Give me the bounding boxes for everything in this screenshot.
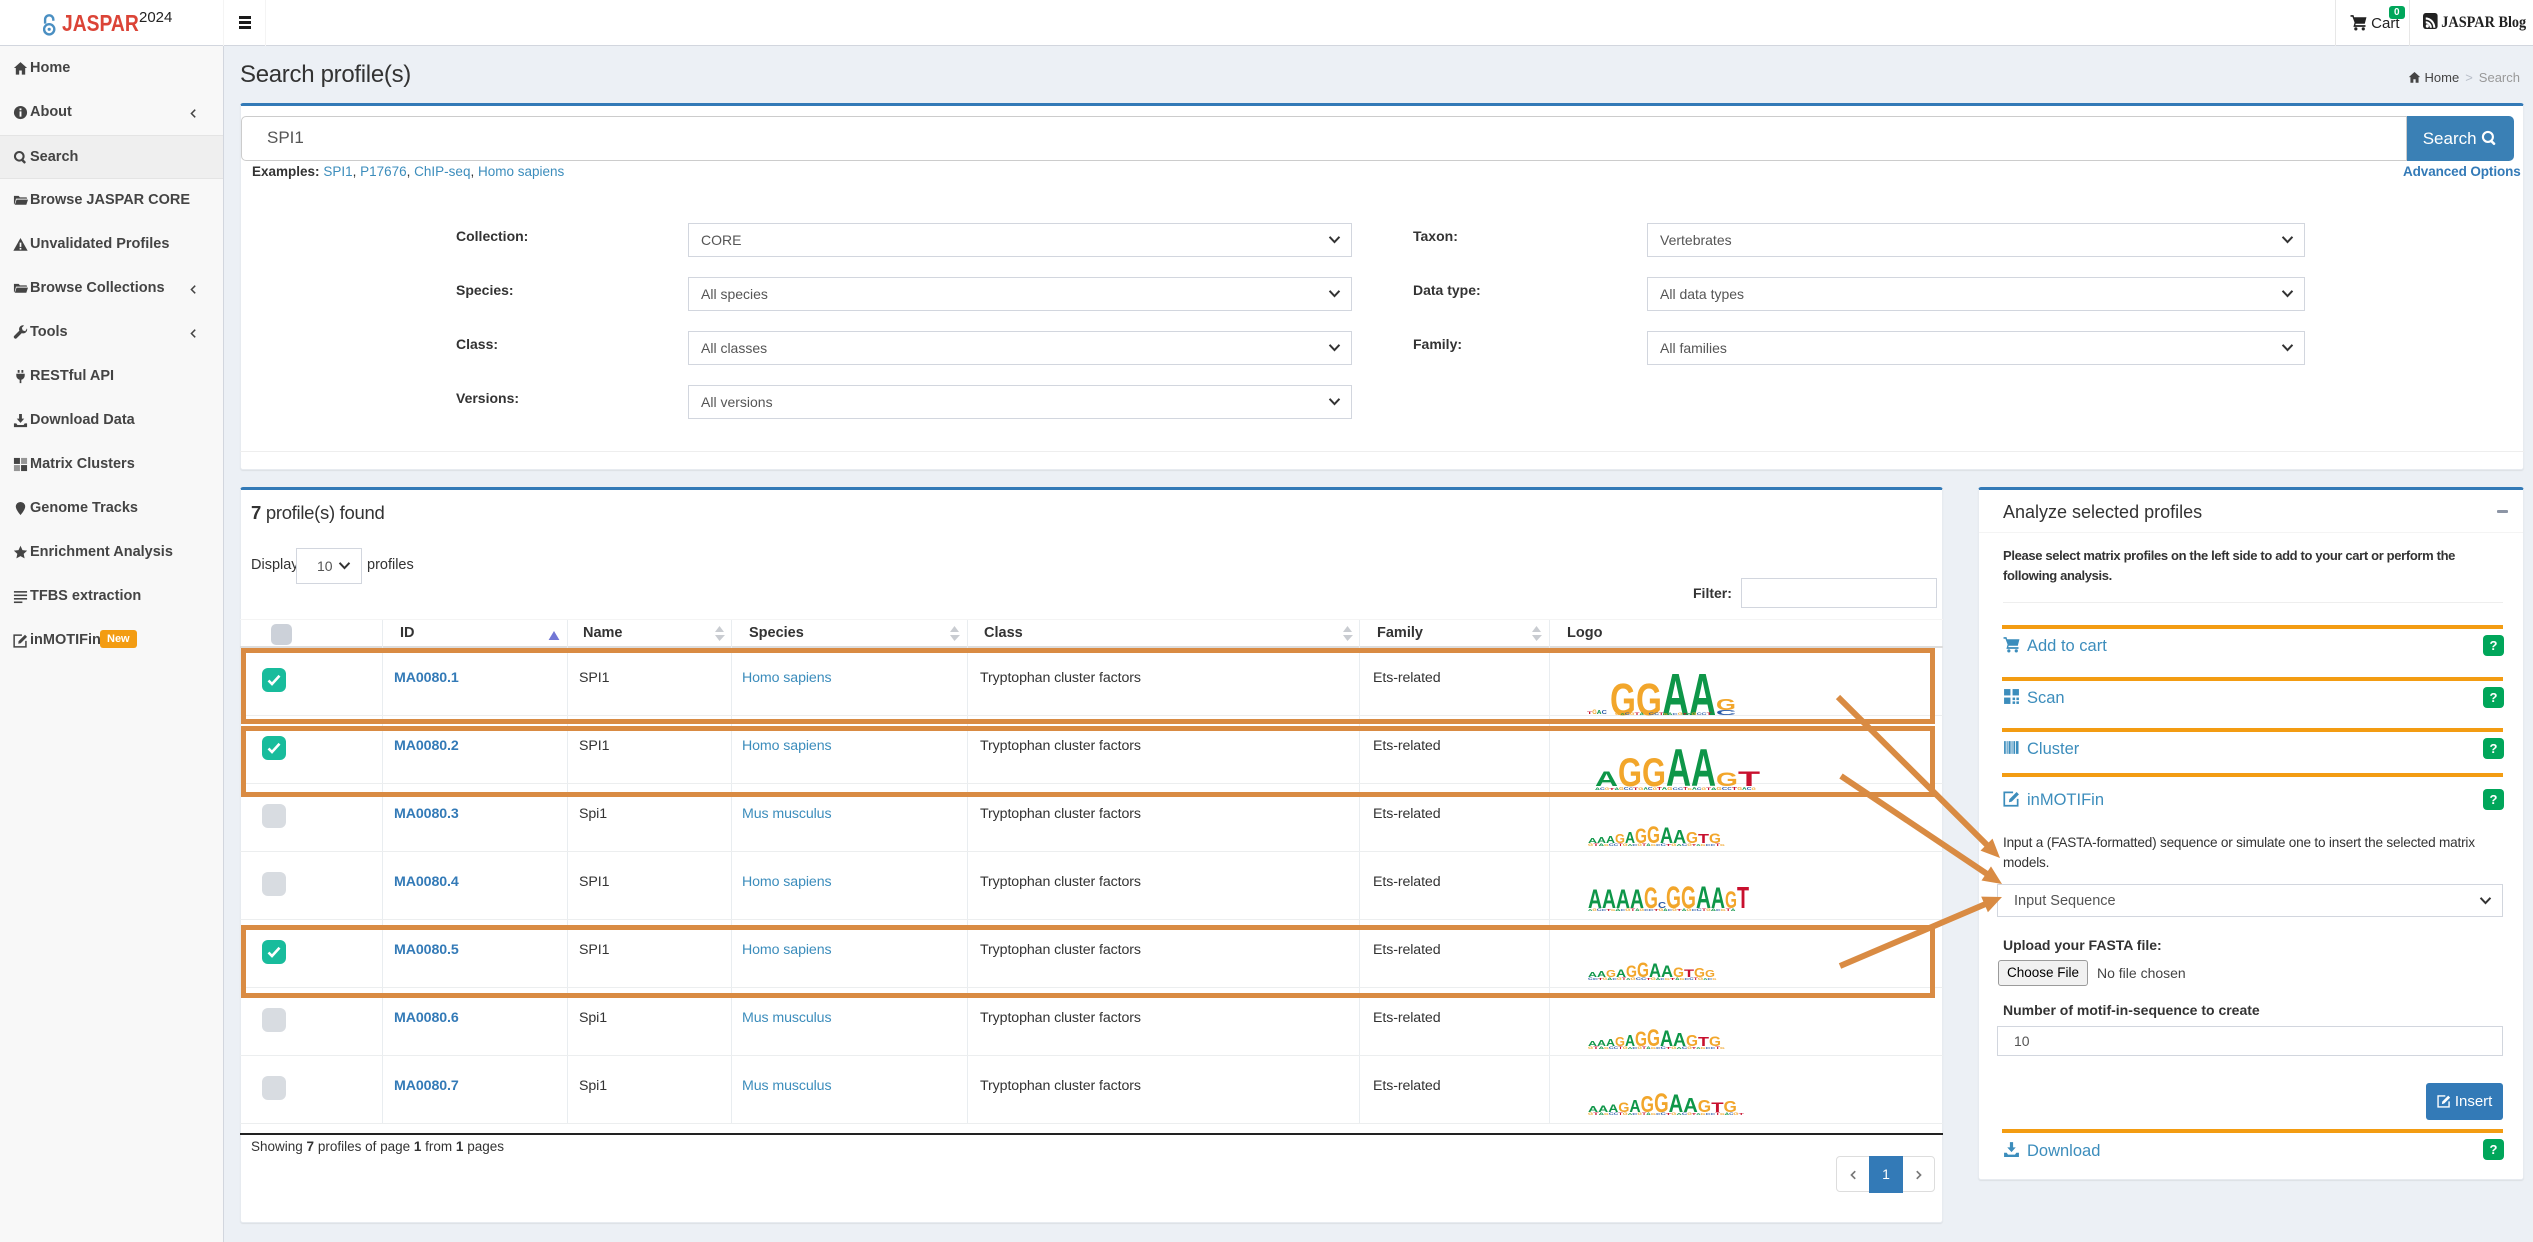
svg-text:G: G bbox=[1651, 844, 1656, 847]
svg-text:A: A bbox=[1630, 884, 1644, 912]
svg-text:C: C bbox=[1632, 1113, 1637, 1116]
svg-text:A: A bbox=[1615, 909, 1620, 912]
svg-text:G: G bbox=[1671, 843, 1676, 847]
svg-text:C: C bbox=[1706, 844, 1711, 847]
svg-text:G: G bbox=[1647, 1025, 1660, 1050]
svg-text:A: A bbox=[1669, 1089, 1684, 1116]
svg-text:T: T bbox=[1715, 1112, 1720, 1116]
svg-text:G: G bbox=[1588, 1046, 1593, 1050]
svg-text:G: G bbox=[1588, 843, 1593, 847]
svg-text:G: G bbox=[1623, 843, 1628, 847]
svg-text:C: C bbox=[1601, 909, 1606, 912]
svg-text:T: T bbox=[1642, 843, 1647, 847]
svg-text:C: C bbox=[1632, 844, 1637, 847]
svg-text:G: G bbox=[1701, 1113, 1706, 1116]
svg-text:G: G bbox=[1647, 822, 1660, 847]
svg-text:C: C bbox=[1692, 909, 1697, 912]
svg-text:T: T bbox=[1715, 843, 1720, 847]
svg-text:G: G bbox=[1644, 883, 1658, 912]
svg-text:T: T bbox=[1737, 882, 1749, 912]
svg-text:A: A bbox=[1711, 909, 1716, 912]
svg-text:C: C bbox=[1706, 1113, 1711, 1116]
svg-text:C: C bbox=[1614, 843, 1619, 847]
svg-text:A: A bbox=[1588, 884, 1602, 912]
svg-text:C: C bbox=[1648, 909, 1653, 912]
svg-text:G: G bbox=[1651, 1113, 1656, 1116]
svg-text:G: G bbox=[1701, 1047, 1706, 1050]
svg-text:T: T bbox=[1702, 909, 1707, 912]
svg-text:T: T bbox=[1631, 909, 1636, 912]
svg-text:T: T bbox=[1715, 1046, 1720, 1050]
svg-text:T: T bbox=[1666, 1113, 1671, 1116]
svg-text:G: G bbox=[1733, 1112, 1738, 1116]
svg-text:G: G bbox=[1592, 908, 1597, 912]
svg-text:G: G bbox=[1654, 1088, 1669, 1116]
svg-text:G: G bbox=[1666, 879, 1681, 912]
svg-text:A: A bbox=[1676, 1113, 1681, 1116]
svg-text:C: C bbox=[1597, 908, 1602, 912]
svg-text:T: T bbox=[1677, 908, 1682, 912]
svg-text:G: G bbox=[1671, 1112, 1676, 1116]
svg-text:C: C bbox=[1696, 909, 1701, 912]
svg-text:G: G bbox=[1625, 909, 1630, 912]
svg-text:G: G bbox=[1588, 1112, 1593, 1116]
svg-text:C: C bbox=[1711, 1113, 1716, 1116]
svg-text:G: G bbox=[1623, 1112, 1628, 1116]
svg-text:T: T bbox=[1666, 844, 1671, 847]
svg-text:T: T bbox=[1666, 1047, 1671, 1050]
svg-text:C: C bbox=[1609, 1046, 1614, 1050]
svg-text:A: A bbox=[1696, 880, 1711, 912]
svg-text:A: A bbox=[1676, 844, 1681, 847]
svg-text:C: C bbox=[1609, 843, 1614, 847]
svg-text:A: A bbox=[1711, 883, 1725, 912]
svg-text:G: G bbox=[1701, 844, 1706, 847]
svg-text:T: T bbox=[1654, 909, 1659, 912]
svg-text:T: T bbox=[1618, 1113, 1623, 1116]
svg-text:G: G bbox=[1686, 908, 1691, 912]
svg-text:T: T bbox=[1618, 844, 1623, 847]
svg-text:C: C bbox=[1716, 909, 1721, 912]
svg-text:T: T bbox=[1606, 909, 1611, 912]
svg-text:A: A bbox=[1676, 1047, 1681, 1050]
svg-text:C: C bbox=[1609, 1112, 1614, 1116]
svg-text:C: C bbox=[1614, 1046, 1619, 1050]
svg-text:G: G bbox=[1681, 879, 1696, 912]
svg-text:A: A bbox=[1602, 884, 1616, 912]
svg-text:A: A bbox=[1682, 908, 1687, 912]
svg-text:C: C bbox=[1711, 844, 1716, 847]
svg-text:C: C bbox=[1614, 1112, 1619, 1116]
svg-text:C: C bbox=[1632, 1047, 1637, 1050]
svg-text:G: G bbox=[1641, 1092, 1654, 1116]
svg-text:C: C bbox=[1711, 1047, 1716, 1050]
svg-text:G: G bbox=[1623, 1046, 1628, 1050]
svg-text:T: T bbox=[1726, 908, 1731, 912]
svg-text:A: A bbox=[1731, 908, 1736, 912]
svg-text:G: G bbox=[1651, 1047, 1656, 1050]
svg-text:C: C bbox=[1706, 1047, 1711, 1050]
svg-text:T: T bbox=[1739, 1113, 1744, 1116]
svg-text:G: G bbox=[1721, 909, 1726, 912]
svg-text:A: A bbox=[1616, 884, 1630, 912]
svg-text:T: T bbox=[1642, 1046, 1647, 1050]
svg-text:T: T bbox=[1618, 1047, 1623, 1050]
svg-text:T: T bbox=[1642, 1112, 1647, 1116]
svg-text:G: G bbox=[1671, 1046, 1676, 1050]
